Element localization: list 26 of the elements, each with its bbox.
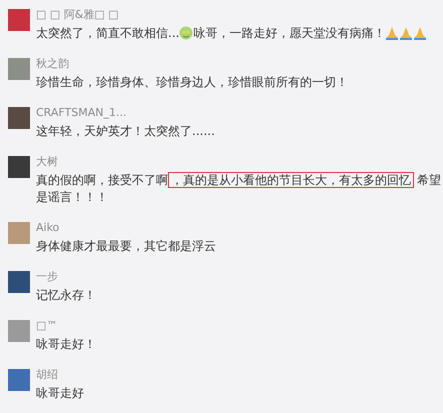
- user-name: 胡绍: [36, 367, 59, 382]
- avatar-photo-placeholder: [8, 58, 30, 80]
- comment-text: 这年轻，天妒英才！太突然了......: [36, 123, 216, 140]
- comment-text: 珍惜生命，珍惜身体、珍惜身边人，珍惜眼前所有的一切！: [36, 74, 349, 91]
- avatar-photo-placeholder: [8, 156, 30, 178]
- user-name: 秋之韵: [36, 56, 70, 71]
- user-name: Aiko: [36, 220, 60, 235]
- comment-text: 咏哥走好: [36, 385, 85, 402]
- avatar-photo-placeholder: [8, 107, 30, 129]
- comment-text: 太突然了，简直不敢相信...: [36, 26, 180, 40]
- avatar-photo-placeholder: [8, 271, 30, 293]
- user-name: □™: [36, 318, 58, 333]
- avatar-photo-placeholder: [8, 320, 30, 342]
- avatar-photo-placeholder: [8, 369, 30, 391]
- user-name: 大树: [36, 154, 59, 169]
- face-emoji-icon: [179, 26, 194, 40]
- user-name: □ □ 阿&雅□ □: [36, 7, 120, 22]
- comment-text: 咏哥，一路走好，愿天堂没有病痛！: [193, 26, 386, 40]
- comment-text: 咏哥走好！: [36, 336, 97, 353]
- avatar-photo-placeholder: [8, 9, 30, 31]
- user-name: CRAFTSMAN_1...: [36, 105, 128, 120]
- comment-text: 记忆永存！: [36, 287, 97, 304]
- avatar-photo-placeholder: [8, 222, 30, 244]
- comment-text: 身体健康才最最要，其它都是浮云: [36, 238, 217, 255]
- user-name: 一步: [36, 269, 59, 284]
- comment-text: 真的假的啊，接受不了啊 ，真的是从小看他的节目长大，有太多的回忆 希望是谣言！！！: [36, 172, 442, 206]
